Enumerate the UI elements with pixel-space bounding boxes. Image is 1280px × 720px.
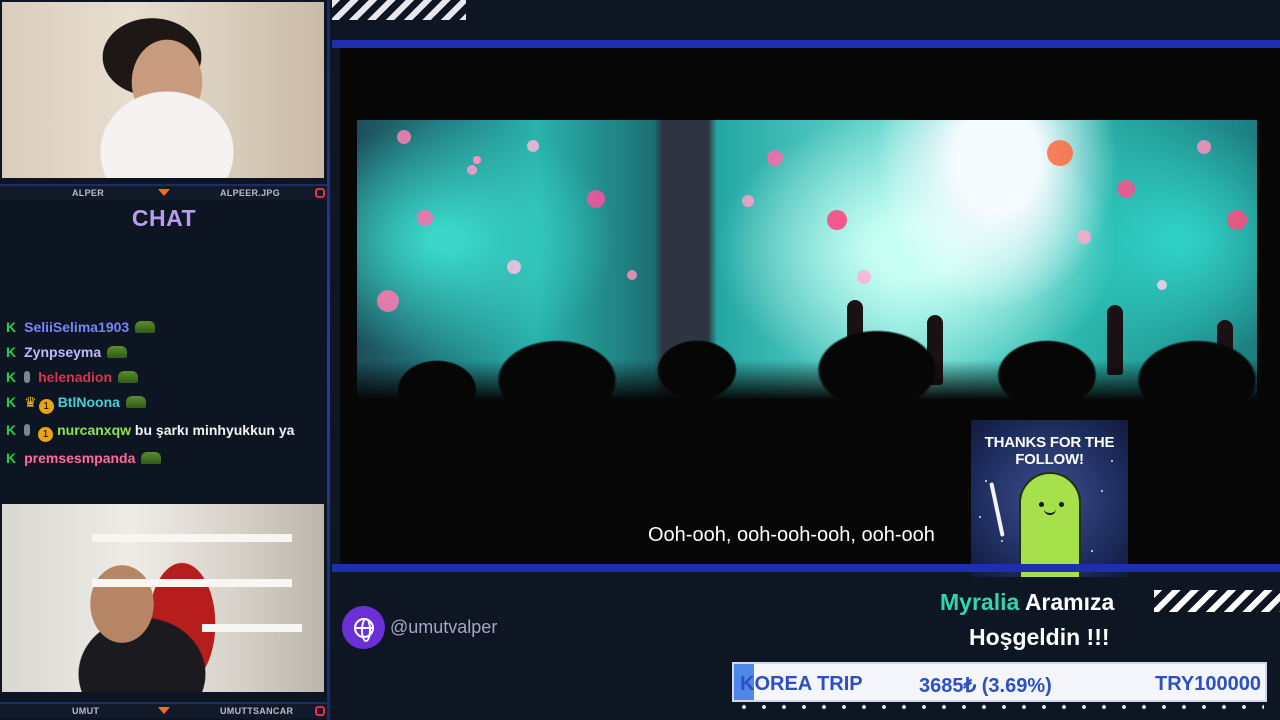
goal-progress-text: 3685₺ (3.69%): [919, 675, 1052, 697]
chat-message: Khelenadion: [6, 368, 324, 386]
emote-icon: [118, 371, 139, 383]
webcam-bottom: [2, 504, 324, 692]
chat-username[interactable]: SeliiSelima1903: [24, 319, 129, 335]
chat-message: K 1 nurcanxqw bu şarkı minhyukkun ya: [6, 421, 324, 442]
crown-icon: ♛: [24, 394, 37, 410]
instagram-icon: [315, 188, 325, 198]
moderator-badge-icon: K: [6, 369, 17, 385]
mic-icon: [24, 371, 31, 383]
alert-message-line2: Hoşgeldin !!!: [969, 624, 1110, 650]
alert-message-line1: Myralia Aramıza: [940, 589, 1114, 616]
webcam-top-name-right: ALPEER.JPG: [220, 188, 281, 198]
donation-goal-bar: KOREA TRIP 3685₺ (3.69%) TRY100000: [732, 662, 1267, 702]
chat-list: K SeliiSelima1903 K Zynpseyma Khelenadion K ♛ 1…: [6, 318, 324, 474]
mascot-icon: [1019, 472, 1081, 577]
sidebar: ALPER ALPEER.JPG CHAT K SeliiSelima1903 K Z…: [0, 0, 330, 720]
globe-icon: [342, 606, 385, 649]
webcam-bottom-name-left: UMUT: [72, 706, 100, 716]
chat-username[interactable]: premsesmpanda: [24, 450, 135, 466]
emote-icon: [107, 346, 128, 358]
follow-alert-text: THANKS FOR THE FOLLOW!: [984, 434, 1115, 468]
webcam-top-name-left: ALPER: [72, 188, 105, 198]
moderator-badge-icon: K: [6, 394, 17, 410]
moderator-badge-icon: K: [6, 422, 17, 438]
chat-title: CHAT: [131, 205, 197, 231]
chat-text: bu şarkı minhyukkun ya: [134, 422, 295, 438]
triangle-down-icon: [158, 189, 170, 196]
mic-icon: [24, 424, 31, 436]
chat-username[interactable]: nurcanxqw: [57, 422, 131, 438]
moderator-badge-icon: K: [6, 450, 17, 466]
triangle-down-icon: [158, 707, 170, 714]
frame-border-bottom: [332, 564, 1280, 572]
alert-username: Myralia: [940, 589, 1020, 615]
moderator-badge-icon: K: [6, 319, 17, 335]
emote-icon: [125, 396, 146, 408]
chat-username[interactable]: Zynpseyma: [24, 344, 101, 360]
frame-border-top: [332, 40, 1280, 48]
video-subtitle: Ooh-ooh, ooh-ooh-ooh, ooh-ooh: [648, 524, 935, 546]
mascot-eye: [1039, 502, 1044, 507]
chat-message: K SeliiSelima1903: [6, 318, 324, 336]
chat-username[interactable]: helenadion: [38, 369, 112, 385]
alert-welcome-text: Aramıza: [1024, 589, 1115, 615]
chat-message: K ♛ 1 BtlNoona: [6, 393, 324, 414]
webcam-bottom-nameplate: UMUT UMUTTSANCAR: [0, 702, 330, 718]
webcam-top-nameplate: ALPER ALPEER.JPG: [0, 184, 330, 200]
follow-alert-card: THANKS FOR THE FOLLOW!: [971, 420, 1128, 577]
decorative-stripes: [1154, 590, 1280, 612]
goal-dots: [734, 704, 1264, 710]
sub-badge-icon: 1: [38, 399, 54, 414]
emote-icon: [141, 452, 162, 464]
chat-username[interactable]: BtlNoona: [58, 394, 120, 410]
emote-icon: [135, 321, 156, 333]
social-handle: @umutvalper: [390, 617, 498, 637]
goal-target: TRY100000: [1155, 673, 1261, 695]
chat-message: Kpremsesmpanda: [6, 449, 324, 467]
mascot-eye: [1059, 502, 1064, 507]
decorative-stripes: [332, 0, 466, 20]
sub-badge-icon: 1: [38, 427, 54, 442]
webcam-top: [2, 2, 324, 178]
waving-arm: [989, 482, 1005, 537]
chat-message: K Zynpseyma: [6, 343, 324, 361]
goal-title: KOREA TRIP: [740, 673, 863, 695]
moderator-badge-icon: K: [6, 344, 17, 360]
webcam-bottom-name-right: UMUTTSANCAR: [220, 706, 294, 716]
instagram-icon: [315, 706, 325, 716]
